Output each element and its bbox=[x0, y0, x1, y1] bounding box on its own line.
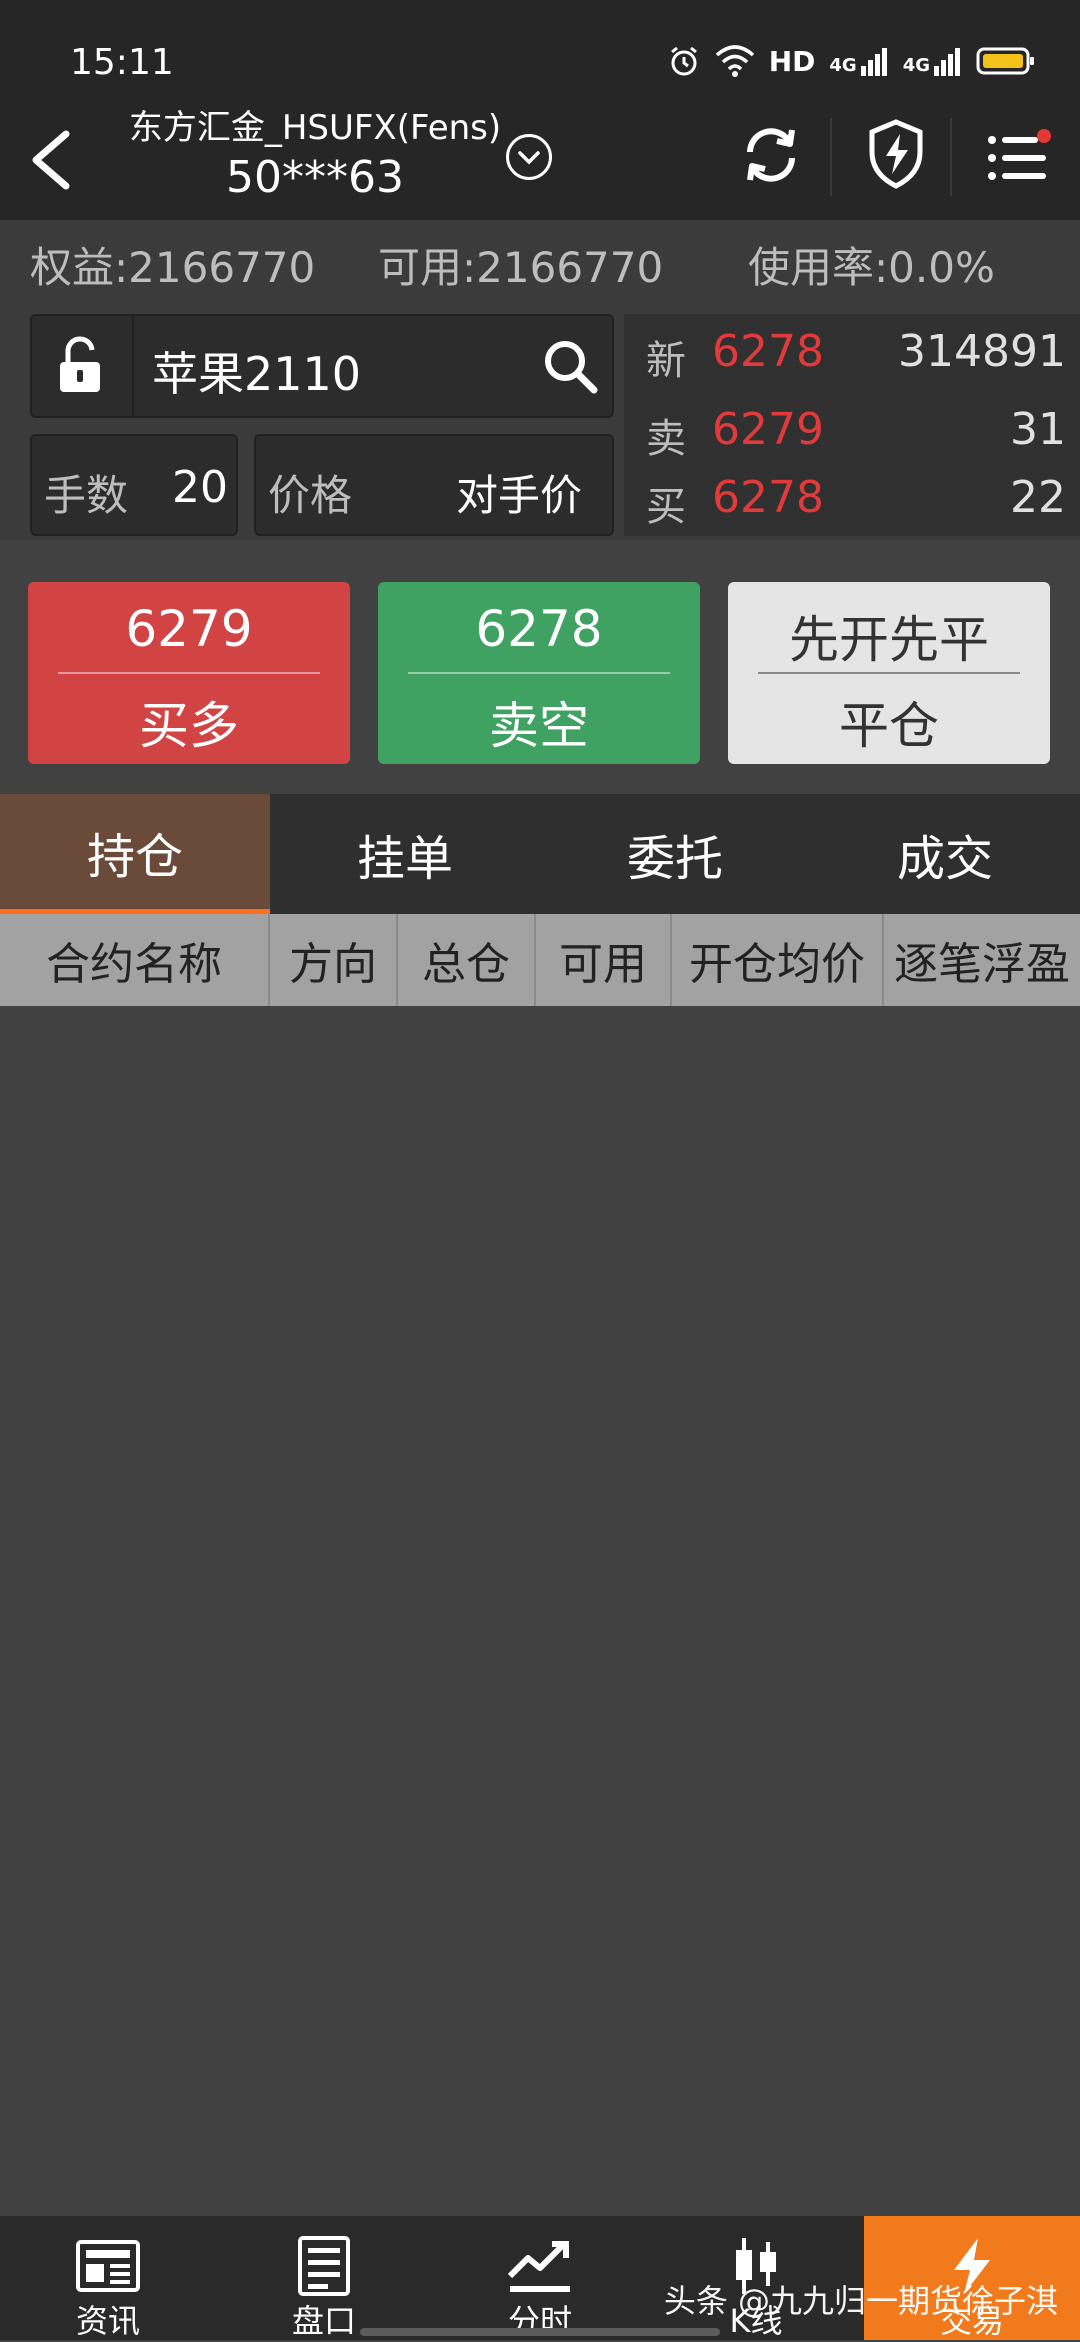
tab-pending[interactable]: 挂单 bbox=[270, 794, 540, 914]
signal-strength-1: 4G bbox=[829, 46, 888, 76]
bid-price: 6278 bbox=[712, 472, 824, 523]
nav-intraday[interactable]: 分时 bbox=[432, 2216, 648, 2340]
price-type-value[interactable]: 对手价 bbox=[456, 462, 582, 523]
nav-news-label: 资讯 bbox=[75, 2302, 140, 2340]
home-indicator[interactable] bbox=[360, 2328, 720, 2336]
hd-indicator: HD bbox=[768, 44, 816, 78]
bid-label: 买 bbox=[646, 484, 686, 530]
battery-icon bbox=[976, 47, 1034, 75]
header-divider bbox=[950, 118, 952, 196]
signal-icon bbox=[934, 48, 960, 76]
col-avg-price[interactable]: 开仓均价 bbox=[672, 914, 884, 1006]
col-available[interactable]: 可用 bbox=[536, 914, 672, 1006]
positions-table-header: 合约名称 方向 总仓 可用 开仓均价 逐笔浮盈 bbox=[0, 914, 1080, 1006]
ask-label: 卖 bbox=[646, 416, 686, 462]
quantity-value[interactable]: 20 bbox=[172, 462, 228, 513]
nav-news[interactable]: 资讯 bbox=[0, 2216, 216, 2340]
last-price-label: 新 bbox=[646, 338, 686, 384]
watermark: 头条 @九九归一期货徐子淇 bbox=[663, 2282, 1058, 2320]
shield-lightning-icon[interactable] bbox=[866, 118, 926, 190]
close-mode: 先开先平 bbox=[789, 611, 989, 669]
bid-volume: 22 bbox=[1010, 472, 1066, 523]
trend-chart-icon bbox=[507, 2241, 570, 2292]
signal-1-label: 4G bbox=[829, 55, 857, 76]
symbol-text[interactable]: 苹果2110 bbox=[152, 338, 361, 404]
status-icons: HD 4G 4G bbox=[667, 44, 1036, 78]
equity-value: 权益:2166770 bbox=[30, 243, 316, 292]
header-divider bbox=[830, 118, 832, 196]
price-label: 价格 bbox=[268, 471, 353, 520]
buy-price: 6279 bbox=[125, 600, 253, 658]
refresh-icon[interactable] bbox=[740, 124, 802, 186]
alarm-icon bbox=[670, 46, 697, 76]
button-divider bbox=[758, 672, 1020, 674]
menu-list-icon[interactable] bbox=[986, 128, 1052, 188]
chevron-down-icon[interactable] bbox=[506, 134, 552, 180]
close-label: 平仓 bbox=[839, 697, 939, 755]
newspaper-icon bbox=[76, 2240, 140, 2292]
signal-icon bbox=[860, 48, 887, 76]
col-direction[interactable]: 方向 bbox=[270, 914, 398, 1006]
buy-label: 买多 bbox=[139, 697, 239, 755]
wifi-icon bbox=[715, 45, 754, 77]
sell-label: 卖空 bbox=[489, 697, 589, 755]
ask-volume: 31 bbox=[1010, 404, 1066, 455]
tab-holdings[interactable]: 持仓 bbox=[0, 794, 270, 914]
list-document-icon bbox=[298, 2236, 350, 2296]
button-divider bbox=[408, 672, 670, 674]
quantity-label: 手数 bbox=[44, 471, 129, 520]
last-volume: 314891 bbox=[898, 326, 1066, 377]
signal-strength-2: 4G bbox=[903, 46, 962, 76]
unlock-icon bbox=[60, 336, 100, 392]
sell-price: 6278 bbox=[475, 600, 603, 658]
tab-orders[interactable]: 委托 bbox=[540, 794, 810, 914]
signal-2-label: 4G bbox=[902, 55, 930, 76]
buy-long-button[interactable]: 6279 买多 bbox=[28, 582, 350, 764]
nav-orderbook[interactable]: 盘口 bbox=[216, 2216, 432, 2340]
status-time: 15:11 bbox=[70, 42, 174, 83]
tab-trades[interactable]: 成交 bbox=[810, 794, 1080, 914]
button-divider bbox=[58, 672, 320, 674]
available-value: 可用:2166770 bbox=[378, 243, 664, 292]
sell-short-button[interactable]: 6278 卖空 bbox=[378, 582, 700, 764]
lock-toggle[interactable] bbox=[30, 314, 134, 418]
close-position-button[interactable]: 先开先平 平仓 bbox=[728, 582, 1050, 764]
col-total[interactable]: 总仓 bbox=[398, 914, 536, 1006]
usage-rate: 使用率:0.0% bbox=[748, 243, 995, 292]
ask-price: 6279 bbox=[712, 404, 824, 455]
col-contract[interactable]: 合约名称 bbox=[0, 914, 270, 1006]
col-float-pnl[interactable]: 逐笔浮盈 bbox=[884, 914, 1080, 1006]
search-icon[interactable] bbox=[540, 336, 600, 396]
last-price: 6278 bbox=[712, 326, 824, 377]
